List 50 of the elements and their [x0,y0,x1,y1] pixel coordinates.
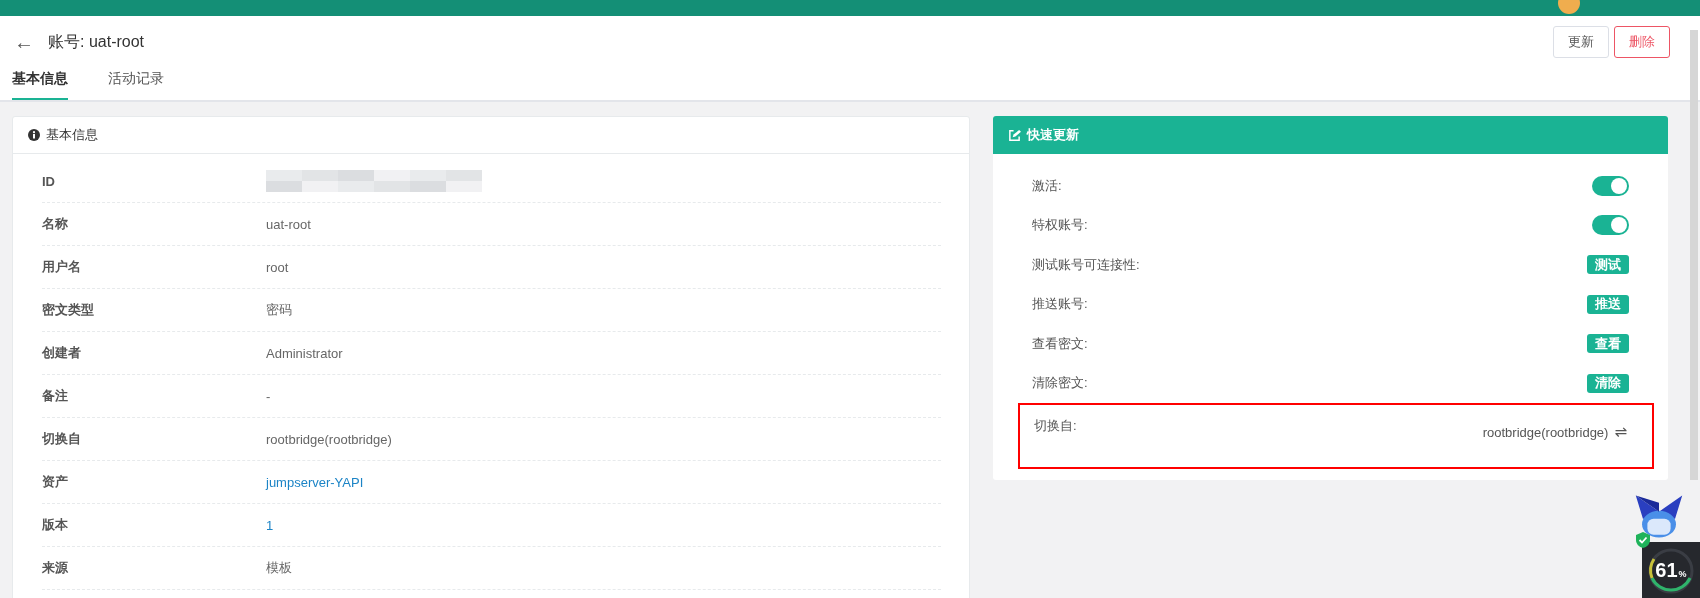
panel-title: 基本信息 [46,126,98,144]
page-title: 账号: uat-root [48,31,145,52]
edit-icon [1008,128,1021,142]
field-value: 密码 [266,301,292,319]
tab[interactable]: 活动记录 [108,68,164,100]
action-button[interactable]: 推送 [1587,294,1629,314]
back-button[interactable]: ← [14,30,34,54]
info-icon [28,129,40,141]
gauge-unit: % [1678,568,1687,579]
field-label: 版本 [42,516,69,534]
field-value: rootbridge(rootbridge) [266,431,392,447]
gauge-value: 61 [1655,558,1678,582]
action-button[interactable]: 查看 [1587,334,1629,354]
setting-label: 推送账号: [1032,295,1088,314]
field-label: 密文类型 [42,301,95,319]
field-label: 切换自 [42,430,82,448]
setting-label: 清除密文: [1032,374,1088,393]
toggle-switch[interactable] [1592,175,1629,196]
scrollbar[interactable] [1690,30,1698,480]
action-button[interactable]: 测试 [1587,255,1629,275]
field-label: 创建者 [42,344,82,362]
gauge-panel[interactable]: 61% [1642,542,1700,598]
action-button[interactable]: 清除 [1587,373,1629,393]
field-label: 来源 [42,559,69,577]
field-link[interactable]: jumpserver-YAPI [266,474,364,490]
field-link[interactable]: 1 [266,517,274,533]
field-label: 资产 [42,473,69,491]
setting-label: 查看密文: [1032,334,1088,353]
field-label: 备注 [42,387,69,405]
field-value: Administrator [266,345,343,361]
field-label: 名称 [42,215,69,233]
shield-check-icon [1636,532,1650,548]
field-value: uat-root [266,216,311,232]
switch-icon[interactable]: ⇌ [1614,423,1627,441]
setting-label: 特权账号: [1032,216,1088,235]
setting-label: 测试账号可连接性: [1032,255,1140,274]
tab[interactable]: 基本信息 [12,68,68,100]
field-value: root [266,259,289,275]
field-label: ID [42,173,56,189]
field-label: 用户名 [42,258,82,276]
setting-label: 激活: [1032,176,1062,195]
delete-button[interactable]: 删除 [1614,26,1670,58]
gauge-ring [1646,546,1696,596]
update-button[interactable]: 更新 [1553,26,1609,58]
panel-title: 快速更新 [1027,126,1079,144]
field-value: 模板 [266,559,292,577]
toggle-switch[interactable] [1592,215,1629,236]
setting-value: rootbridge(rootbridge) [1482,424,1609,440]
setting-label: 切换自: [1034,417,1077,435]
field-value: - [266,388,271,404]
